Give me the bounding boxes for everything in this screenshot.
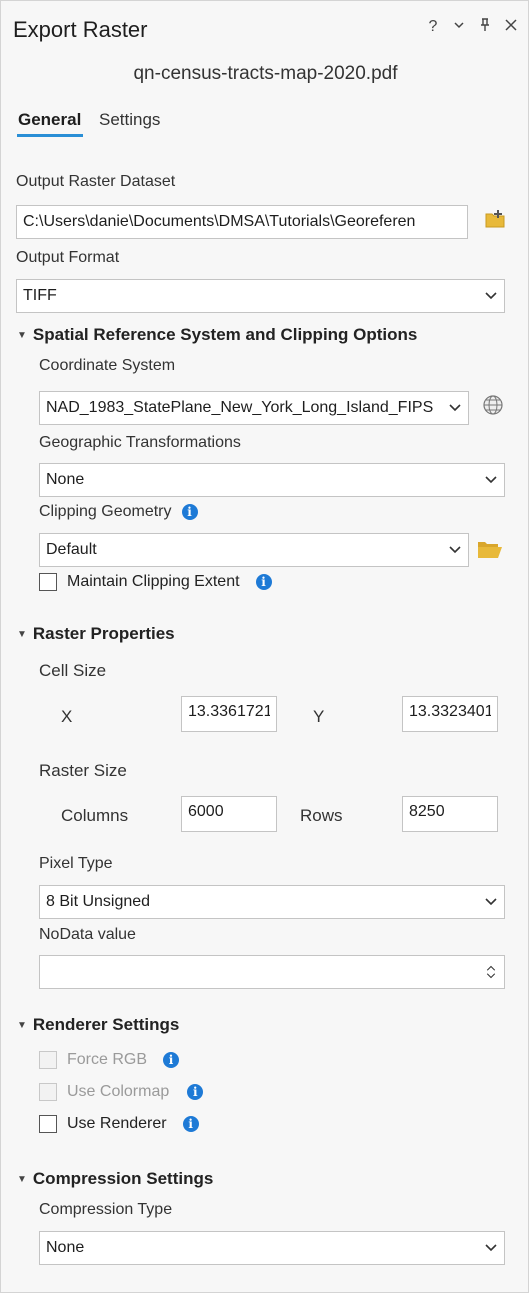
force-rgb-checkbox[interactable] [39,1051,57,1069]
raster-section-title: Raster Properties [32,624,175,643]
open-folder-icon[interactable] [477,539,503,564]
chevron-down-icon [484,895,498,909]
globe-icon[interactable] [482,394,504,421]
info-icon[interactable]: i [182,1116,199,1132]
chevron-down-icon [448,401,462,415]
output-format-select[interactable]: TIFF [16,279,505,313]
caret-down-icon: ▼ [17,1019,27,1031]
tab-settings[interactable]: Settings [99,110,160,130]
cell-size-y-label: Y [313,707,325,726]
chevron-down-icon[interactable] [452,18,466,37]
rows-value: 8250 [409,803,445,820]
chevron-down-icon [484,473,498,487]
raster-size-label: Raster Size [39,761,127,780]
chevron-down-icon [484,1241,498,1255]
use-colormap-checkbox[interactable] [39,1083,57,1101]
force-rgb-row[interactable]: Force RGB i [39,1051,180,1069]
raster-section-header[interactable]: ▼ Raster Properties [17,624,175,644]
compression-section-title: Compression Settings [32,1169,214,1188]
rows-label: Rows [300,806,343,825]
columns-label: Columns [61,806,129,825]
use-renderer-checkbox[interactable] [39,1115,57,1133]
compression-type-value: None [46,1239,85,1256]
compression-type-label: Compression Type [39,1201,173,1218]
rows-input[interactable]: 8250 [402,796,498,832]
use-renderer-row[interactable]: Use Renderer i [39,1115,199,1133]
browse-folder-add-icon[interactable] [484,208,506,235]
cell-size-y-value: 13.3323401 [409,703,491,720]
nodata-label: NoData value [39,926,136,943]
cell-size-x-label: X [61,707,73,726]
cell-size-x-input[interactable]: 13.3361721 [181,696,277,732]
cell-size-y-input[interactable]: 13.3323401 [402,696,498,732]
export-raster-pane: Export Raster ? qn-census-tracts-map-202… [0,0,529,1293]
output-format-label: Output Format [16,249,120,266]
compression-section-header[interactable]: ▼ Compression Settings [17,1169,213,1189]
active-tab-indicator [17,134,83,137]
cell-size-label: Cell Size [39,661,107,680]
tab-general[interactable]: General [18,110,81,130]
renderer-section-header[interactable]: ▼ Renderer Settings [17,1015,179,1035]
maintain-clipping-checkbox[interactable] [39,573,57,591]
info-icon[interactable]: i [255,574,272,590]
geo-transformations-select[interactable]: None [39,463,505,497]
use-colormap-label: Use Colormap [67,1083,170,1100]
clipping-geometry-label: Clipping Geometry [39,503,172,520]
use-renderer-label: Use Renderer [67,1115,167,1132]
pixel-type-label: Pixel Type [39,855,113,872]
pixel-type-select[interactable]: 8 Bit Unsigned [39,885,505,919]
use-colormap-row[interactable]: Use Colormap i [39,1083,204,1101]
coordinate-system-select[interactable]: NAD_1983_StatePlane_New_York_Long_Island… [39,391,469,425]
columns-input[interactable]: 6000 [181,796,277,832]
spatial-section-title: Spatial Reference System and Clipping Op… [32,325,418,344]
spinner-icon[interactable] [484,965,498,979]
clipping-geometry-select[interactable]: Default [39,533,469,567]
renderer-section-title: Renderer Settings [32,1015,180,1034]
chevron-down-icon [484,289,498,303]
maintain-clipping-row[interactable]: Maintain Clipping Extent i [39,573,272,591]
pane-title: Export Raster [13,17,148,42]
output-format-value: TIFF [23,287,57,304]
output-raster-label: Output Raster Dataset [16,173,176,190]
info-icon[interactable]: i [187,1084,204,1100]
output-raster-input[interactable]: C:\Users\danie\Documents\DMSA\Tutorials\… [16,205,468,239]
spatial-section-header[interactable]: ▼ Spatial Reference System and Clipping … [17,325,417,345]
maintain-clipping-label: Maintain Clipping Extent [67,573,240,590]
force-rgb-label: Force RGB [67,1051,148,1068]
coordinate-system-value: NAD_1983_StatePlane_New_York_Long_Island… [46,399,434,416]
coordinate-system-label: Coordinate System [39,357,176,374]
source-file-name: qn-census-tracts-map-2020.pdf [133,63,398,84]
info-icon[interactable]: i [181,504,198,520]
pin-icon[interactable] [478,18,492,37]
clipping-geometry-value: Default [46,541,97,558]
pixel-type-value: 8 Bit Unsigned [46,893,151,910]
output-raster-value: C:\Users\danie\Documents\DMSA\Tutorials\… [23,213,416,230]
info-icon[interactable]: i [163,1052,180,1068]
caret-down-icon: ▼ [17,329,27,341]
clipping-geometry-label-row: Clipping Geometry i [39,503,198,521]
cell-size-x-value: 13.3361721 [188,703,270,720]
caret-down-icon: ▼ [17,1173,27,1185]
compression-type-select[interactable]: None [39,1231,505,1265]
help-icon[interactable]: ? [426,18,440,37]
chevron-down-icon [448,543,462,557]
close-icon[interactable] [504,18,518,37]
pane-title-controls: ? [426,18,518,37]
geo-transformations-label: Geographic Transformations [39,434,241,451]
nodata-input[interactable] [39,955,505,989]
geo-transformations-value: None [46,471,85,488]
caret-down-icon: ▼ [17,628,27,640]
columns-value: 6000 [188,803,224,820]
